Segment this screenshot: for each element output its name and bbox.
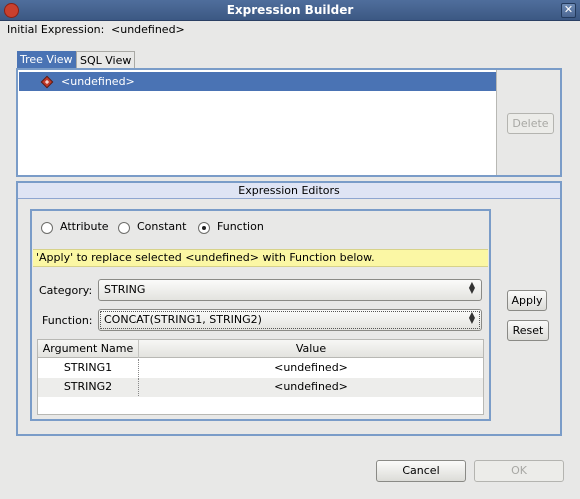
tab-sql-view[interactable]: SQL View (76, 51, 136, 69)
argument-name-cell: STRING2 (38, 378, 139, 396)
delete-button[interactable]: Delete (507, 113, 554, 134)
category-select[interactable]: STRING ▲ ▼ (98, 279, 482, 301)
function-select[interactable]: CONCAT(STRING1, STRING2) ▲ ▼ (98, 309, 482, 331)
close-button[interactable]: ✕ (561, 3, 576, 18)
radio-attribute[interactable] (41, 222, 53, 234)
hint-bar: 'Apply' to replace selected <undefined> … (33, 249, 488, 267)
window-title: Expression Builder (226, 3, 354, 17)
close-icon: ✕ (563, 3, 574, 16)
initial-expression-value: <undefined> (111, 23, 185, 36)
argument-value-cell[interactable]: <undefined> (139, 378, 483, 396)
tree-node-label: <undefined> (61, 75, 135, 88)
editors-header: Expression Editors (18, 183, 560, 199)
reset-button[interactable]: Reset (507, 320, 549, 341)
ok-button[interactable]: OK (474, 460, 564, 482)
cancel-button[interactable]: Cancel (376, 460, 466, 482)
function-value: CONCAT(STRING1, STRING2) (104, 313, 262, 326)
category-label: Category: (39, 284, 93, 297)
updown-icon: ▲ ▼ (468, 280, 476, 295)
column-header-value[interactable]: Value (139, 340, 483, 358)
radio-constant-label: Constant (137, 220, 187, 233)
radio-constant[interactable] (118, 222, 130, 234)
initial-expression-label: Initial Expression: (7, 23, 105, 36)
radio-function[interactable] (198, 222, 210, 234)
diamond-icon (40, 75, 54, 89)
argument-name-cell: STRING1 (38, 359, 139, 377)
radio-function-label: Function (217, 220, 264, 233)
radio-attribute-label: Attribute (60, 220, 109, 233)
argument-value-cell[interactable]: <undefined> (139, 359, 483, 377)
updown-icon: ▲ ▼ (468, 310, 476, 325)
function-label: Function: (42, 314, 93, 327)
apply-button[interactable]: Apply (507, 290, 547, 311)
column-header-argument-name[interactable]: Argument Name (38, 340, 139, 358)
tab-tree-view[interactable]: Tree View (17, 51, 76, 68)
category-value: STRING (104, 283, 146, 296)
